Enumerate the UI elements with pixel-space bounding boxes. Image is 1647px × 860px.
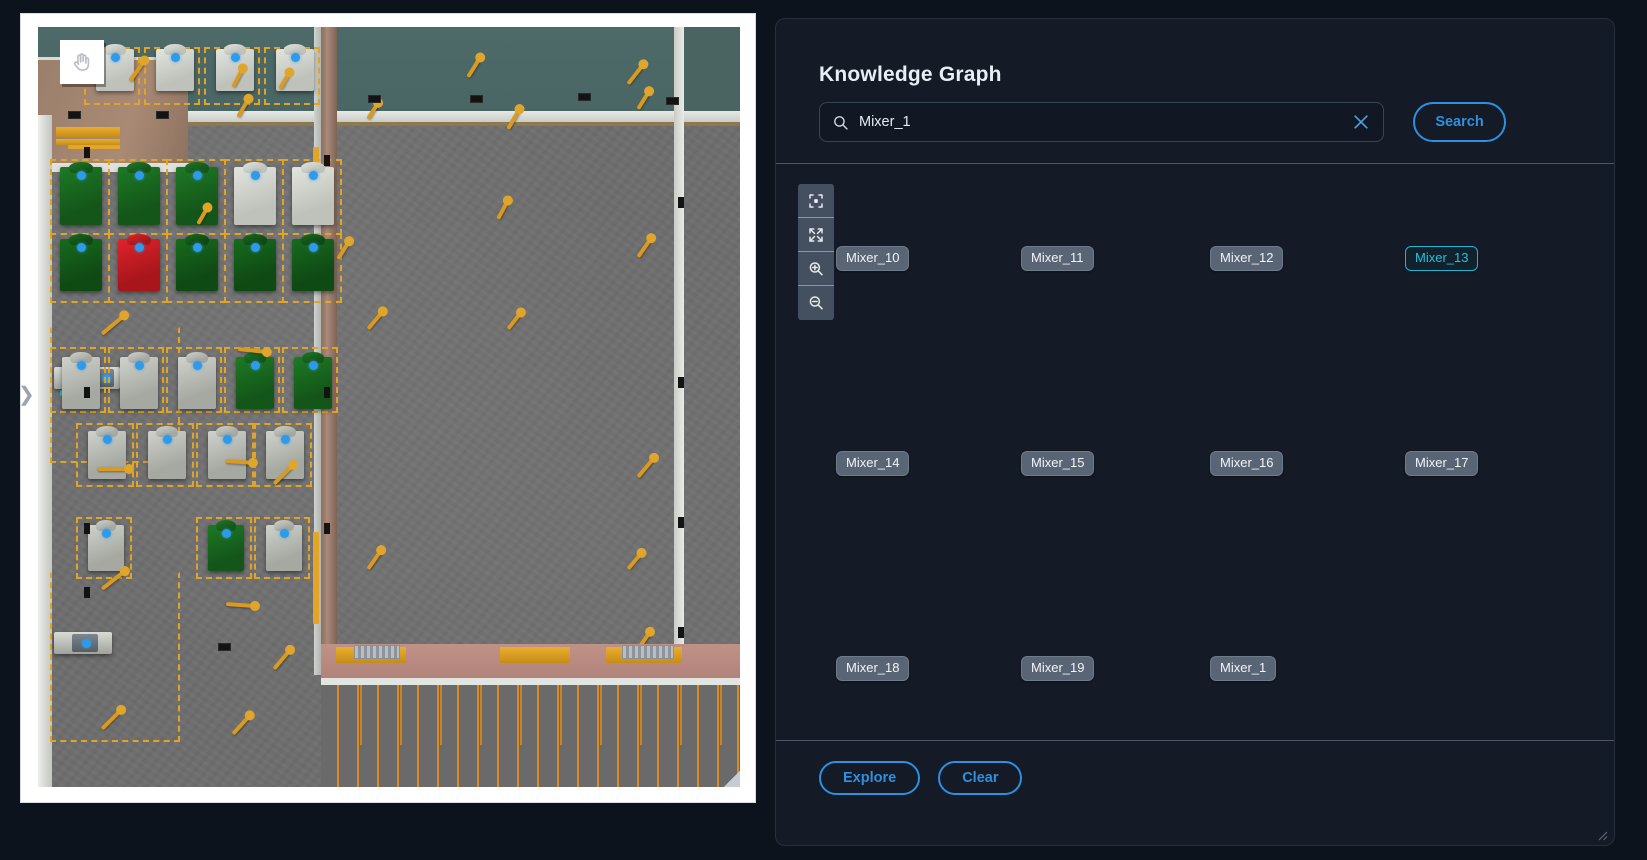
machine-status-marker xyxy=(251,361,260,370)
machine-status-marker xyxy=(193,243,202,252)
machine-status-marker xyxy=(280,529,289,538)
search-input[interactable] xyxy=(859,114,1351,130)
graph-node[interactable]: Mixer_18 xyxy=(836,656,909,681)
wall-sensor xyxy=(156,111,169,119)
wall-sensor xyxy=(678,377,684,388)
fit-graph-button[interactable] xyxy=(798,218,834,252)
graph-node[interactable]: Mixer_1 xyxy=(1210,656,1276,681)
search-field-wrapper[interactable] xyxy=(819,102,1384,142)
close-icon[interactable] xyxy=(1351,112,1371,132)
clear-button[interactable]: Clear xyxy=(938,761,1022,795)
machine-status-marker xyxy=(77,361,86,370)
wall-sensor xyxy=(578,93,591,101)
graph-node[interactable]: Mixer_12 xyxy=(1210,246,1283,271)
machine-status-marker xyxy=(171,53,180,62)
machine-status-marker xyxy=(251,171,260,180)
machine-status-marker xyxy=(111,53,120,62)
machine-status-marker xyxy=(135,243,144,252)
wall-sensor xyxy=(678,517,684,528)
machine-status-marker xyxy=(309,243,318,252)
graph-node[interactable]: Mixer_16 xyxy=(1210,451,1283,476)
machine-status-marker xyxy=(193,361,202,370)
graph-node[interactable]: Mixer_17 xyxy=(1405,451,1478,476)
knowledge-graph-panel: Knowledge Graph Search xyxy=(775,18,1615,846)
search-row: Search xyxy=(819,102,1575,144)
machine-status-marker xyxy=(135,361,144,370)
knowledge-graph-actions: Explore Clear xyxy=(819,761,1022,795)
deck-conveyor-right xyxy=(622,645,674,659)
wall-sensor xyxy=(666,97,679,105)
floor-bollard xyxy=(98,467,130,471)
viewport-corner-fold xyxy=(724,771,740,787)
graph-node[interactable]: Mixer_13 xyxy=(1405,246,1478,271)
lower-rail-structure-2 xyxy=(334,685,734,745)
graph-node[interactable]: Mixer_11 xyxy=(1021,246,1094,271)
simulation-viewport-panel[interactable] xyxy=(20,13,756,803)
wall-sensor xyxy=(68,111,81,119)
machine-status-marker xyxy=(163,435,172,444)
search-icon xyxy=(832,114,849,131)
wall-sensor xyxy=(84,147,90,158)
deck-conveyor-left xyxy=(354,645,400,659)
right-outer-wall xyxy=(674,27,684,687)
wall-sensor xyxy=(324,523,330,534)
machine-status-marker xyxy=(251,243,260,252)
machine-status-marker xyxy=(291,53,300,62)
yellow-post-b xyxy=(313,532,319,624)
page-title: Knowledge Graph xyxy=(819,63,1002,87)
wall-sensor xyxy=(84,387,90,398)
wall-sensor xyxy=(324,387,330,398)
machine-status-marker xyxy=(103,435,112,444)
factory-floor-scene xyxy=(38,27,740,787)
graph-node[interactable]: Mixer_15 xyxy=(1021,451,1094,476)
graph-node[interactable]: Mixer_14 xyxy=(836,451,909,476)
agv-vehicle-2-marker xyxy=(82,639,91,648)
machine-status-marker xyxy=(222,529,231,538)
knowledge-graph-canvas[interactable]: Mixer_10 Mixer_11 Mixer_12 Mixer_13 Mixer_14… xyxy=(776,163,1614,741)
wall-sensor xyxy=(324,155,330,166)
wall-sensor xyxy=(368,95,381,103)
machine-status-marker xyxy=(77,171,86,180)
wall-sensor xyxy=(678,627,684,638)
wall-sensor xyxy=(84,523,90,534)
explore-button[interactable]: Explore xyxy=(819,761,920,795)
machine-status-marker xyxy=(135,171,144,180)
graph-node[interactable]: Mixer_19 xyxy=(1021,656,1094,681)
machine-status-marker xyxy=(193,171,202,180)
wall-sensor xyxy=(218,643,231,651)
machine-status-marker xyxy=(102,529,111,538)
simulation-3d-canvas[interactable] xyxy=(38,27,740,787)
zoom-out-button[interactable] xyxy=(798,286,834,320)
deck-ramp-mid xyxy=(500,647,570,663)
machine-status-marker xyxy=(281,435,290,444)
machine-status-marker xyxy=(223,435,232,444)
wall-sensor xyxy=(470,95,483,103)
search-button[interactable]: Search xyxy=(1413,102,1506,142)
pan-hand-icon xyxy=(60,40,104,84)
mezzanine-deck-rail xyxy=(321,678,740,685)
yellow-guard-bar xyxy=(68,145,120,149)
yellow-stair-rail xyxy=(56,127,120,137)
zoom-in-button[interactable] xyxy=(798,252,834,286)
wall-sensor xyxy=(84,587,90,598)
resize-corner-icon[interactable] xyxy=(1596,828,1608,840)
chevron-right-icon[interactable]: ❯ xyxy=(18,382,32,408)
app-root: ❯ Knowledge Graph Sea xyxy=(0,0,1647,860)
machine-status-marker xyxy=(77,243,86,252)
graph-node[interactable]: Mixer_10 xyxy=(836,246,909,271)
center-graph-button[interactable] xyxy=(798,184,834,218)
machine-status-marker xyxy=(231,53,240,62)
machine-status-marker xyxy=(309,171,318,180)
graph-toolbar xyxy=(798,184,834,320)
wall-sensor xyxy=(678,197,684,208)
machine-status-marker xyxy=(309,361,318,370)
